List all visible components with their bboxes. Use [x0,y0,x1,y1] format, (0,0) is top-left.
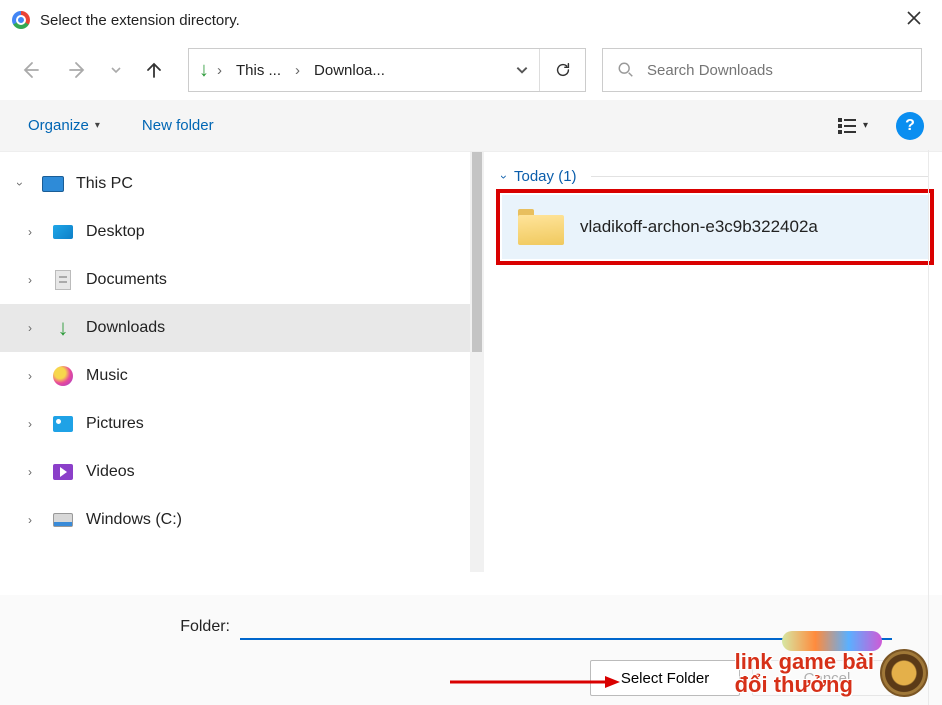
main-area: › This PC › Desktop › Documents › ↓ Down… [0,152,942,572]
chevron-right-icon: › [10,417,50,431]
caret-down-icon: ▾ [95,120,100,131]
chevron-right-icon: › [10,513,50,527]
sidebar-item-videos[interactable]: › Videos [0,448,470,496]
new-folder-button[interactable]: New folder [132,111,224,140]
right-edge [928,150,942,705]
folder-input-row: Folder: [20,613,922,640]
breadcrumb-dropdown[interactable] [505,49,539,91]
footer: Folder: Select Folder Cancel [0,595,942,705]
sidebar-item-label: Videos [86,463,135,481]
music-icon [50,366,76,386]
chevron-down-icon [515,63,529,77]
chevron-right-icon: › [10,225,50,239]
breadcrumb-seg-downloads[interactable]: Downloa... [304,49,395,91]
up-button[interactable] [132,48,176,92]
toolbar: Organize ▾ New folder ▾ ? [0,100,942,152]
cancel-button[interactable]: Cancel [752,660,902,696]
nav-bar: ↓ › This ... › Downloa... [0,40,942,100]
cancel-label: Cancel [804,670,851,687]
new-folder-label: New folder [142,117,214,134]
sidebar-tree: › This PC › Desktop › Documents › ↓ Down… [0,152,470,572]
sidebar-item-label: This PC [76,175,133,193]
folder-item-archon[interactable]: vladikoff-archon-e3c9b322402a [502,195,928,259]
drive-icon [50,510,76,530]
close-icon [906,10,922,26]
arrow-right-icon [68,60,88,80]
search-box[interactable] [602,48,922,92]
sidebar-scrollbar[interactable] [470,152,484,572]
downloads-icon: ↓ [50,318,76,338]
search-input[interactable] [647,62,907,79]
sidebar-item-pictures[interactable]: › Pictures [0,400,470,448]
sidebar-item-label: Music [86,367,128,385]
chrome-icon [12,11,30,29]
chevron-right-icon: › [10,369,50,383]
sidebar-item-label: Documents [86,271,167,289]
sidebar-item-label: Windows (C:) [86,511,182,529]
organize-label: Organize [28,117,89,134]
annotation-arrow [450,674,620,690]
file-list: › Today (1) vladikoff-archon-e3c9b322402… [484,152,942,572]
refresh-icon [554,61,572,79]
group-header-today[interactable]: › Today (1) [502,168,928,185]
breadcrumb-seg-thispc[interactable]: This ... [226,49,291,91]
arrow-up-icon [144,60,164,80]
folder-label: Folder: [20,618,230,636]
forward-button[interactable] [56,48,100,92]
title-bar: Select the extension directory. [0,0,942,40]
chevron-right-icon: › [10,273,50,287]
desktop-icon [50,222,76,242]
window-title: Select the extension directory. [40,12,898,29]
scrollbar-thumb[interactable] [472,152,482,352]
sidebar-item-thispc[interactable]: › This PC [0,160,470,208]
arrow-left-icon [20,60,40,80]
chevron-down-icon: › [13,164,27,204]
pictures-icon [50,414,76,434]
pc-icon [40,174,66,194]
group-label: Today (1) [514,168,577,185]
documents-icon [50,270,76,290]
sidebar-item-downloads[interactable]: › ↓ Downloads [0,304,470,352]
organize-button[interactable]: Organize ▾ [18,111,110,140]
chevron-down-icon [110,64,122,76]
folder-name: vladikoff-archon-e3c9b322402a [580,217,818,237]
recent-dropdown[interactable] [104,48,128,92]
select-folder-label: Select Folder [621,670,709,687]
folder-icon [518,209,564,245]
divider [591,176,928,177]
view-button[interactable]: ▾ [829,111,876,141]
chevron-right-icon: › [10,465,50,479]
button-row: Select Folder Cancel [20,660,922,696]
breadcrumb-bar[interactable]: ↓ › This ... › Downloa... [188,48,586,92]
search-icon [617,61,635,79]
videos-icon [50,462,76,482]
caret-down-icon: ▾ [863,120,868,131]
help-button[interactable]: ? [896,112,924,140]
close-button[interactable] [898,6,930,35]
sidebar-item-label: Desktop [86,223,145,241]
chevron-right-icon: › [10,321,50,335]
breadcrumb-sep2: › [291,49,304,91]
sidebar-item-documents[interactable]: › Documents [0,256,470,304]
sidebar-item-label: Downloads [86,319,165,337]
sidebar-item-label: Pictures [86,415,144,433]
refresh-button[interactable] [539,49,585,91]
breadcrumb-sep1: › [213,49,226,91]
sidebar-item-music[interactable]: › Music [0,352,470,400]
folder-input[interactable] [240,613,892,640]
sidebar-item-desktop[interactable]: › Desktop [0,208,470,256]
back-button[interactable] [8,48,52,92]
view-list-icon [837,117,857,135]
help-icon: ? [905,117,915,135]
sidebar-item-drive-c[interactable]: › Windows (C:) [0,496,470,544]
breadcrumb-downloads-icon[interactable]: ↓ [189,49,213,91]
chevron-down-icon: › [497,175,511,179]
